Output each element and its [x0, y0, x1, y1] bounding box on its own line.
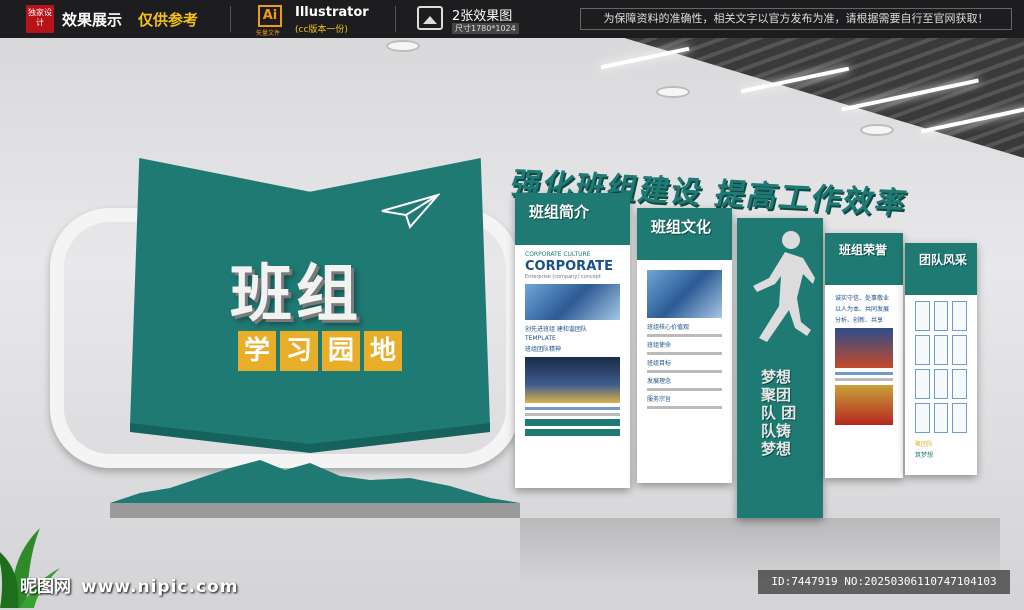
photo-slot — [915, 403, 930, 433]
panel-item: 班组目标 — [647, 360, 672, 367]
panel-title: 班组文化 — [651, 218, 712, 236]
panel-body: 班组核心价值观 班组使命 班组目标 发展理念 服务宗旨 — [647, 266, 722, 473]
panel-item: 创先进班组 建和谐团队 — [525, 326, 587, 333]
panel-body: 诚实守信、处事敬业 以人为本、共同发展 分析、创新、共享 — [835, 291, 893, 468]
text-line — [647, 388, 722, 391]
photo-slot — [933, 369, 949, 399]
photo-slot — [933, 403, 949, 433]
panel-title: 班组荣誉 — [839, 243, 888, 257]
text-bar — [525, 429, 620, 436]
site-url: www.nipic.com — [81, 577, 239, 597]
vector-file-label: 矢量文件 — [256, 30, 281, 37]
runner-icon — [753, 231, 815, 342]
panel-item: 分析、创新、共享 — [835, 317, 884, 324]
effect-display-label: 效果展示 — [62, 11, 123, 29]
text-line — [647, 406, 722, 409]
image-count-label: 2张效果图 — [452, 9, 513, 24]
runner-slogan: 梦想聚团队 团队铸梦想 — [761, 368, 797, 458]
photo-slot — [952, 403, 967, 433]
photo-grid — [915, 301, 967, 433]
panel-item: 班组核心价值观 — [647, 324, 690, 331]
top-banner: 独家设计 效果展示 仅供参考 Ai 矢量文件 Illustrator (cc版本… — [0, 0, 1024, 38]
photo-slot — [952, 301, 967, 331]
photo-slot — [933, 301, 949, 331]
photo-slot — [952, 335, 967, 365]
panel-item: 班组团队精神 — [525, 346, 562, 353]
mountain-base — [110, 460, 520, 518]
text-line — [647, 334, 722, 337]
photo-slot — [915, 301, 930, 331]
divider — [230, 6, 231, 32]
subtitle-char: 学 — [238, 331, 276, 371]
text-line — [835, 372, 893, 375]
panel-footer: 聚团队 — [915, 441, 934, 448]
text-bar — [525, 419, 620, 426]
trophy-photo — [835, 385, 893, 425]
city-photo — [525, 357, 620, 403]
panel-item: 诚实守信、处事敬业 — [835, 295, 890, 302]
subtitle-char: 园 — [322, 331, 360, 371]
image-id-label: ID:7447919 NO:20250306110747104103 — [758, 570, 1010, 594]
panel-item: 班组使命 — [647, 342, 672, 349]
panel-item: TEMPLATE — [525, 335, 556, 342]
divider — [395, 6, 396, 32]
subtitle-char: 地 — [364, 331, 402, 371]
panel-body: 聚团队 筑梦想 — [915, 301, 967, 465]
photo-slot — [952, 369, 967, 399]
panel-title: 班组简介 — [529, 203, 590, 221]
runner-panel: 梦想聚团队 团队铸梦想 — [737, 218, 823, 518]
ceiling-grille — [624, 38, 1024, 158]
panel-body: CORPORATE CULTURE CORPORATE Enterprise (… — [525, 251, 620, 478]
panel-honor: 班组荣誉 诚实守信、处事敬业 以人为本、共同发展 分析、创新、共享 — [825, 233, 903, 478]
notice-box: 为保障资料的准确性，相关文字以官方发布为准，请根据需要自行至官网获取！ — [580, 8, 1012, 30]
panel-title: 团队风采 — [919, 253, 968, 267]
panel-caption: Enterprise (company) concept — [525, 274, 601, 280]
text-line — [647, 370, 722, 373]
image-size-label: 尺寸1780*1024 — [452, 23, 519, 34]
photo-slot — [915, 335, 930, 365]
text-line — [525, 407, 620, 410]
panel-team-style: 团队风采 聚团队 筑梦想 — [905, 243, 977, 475]
software-name: Illustrator — [295, 5, 369, 20]
panel-culture: 班组文化 班组核心价值观 班组使命 班组目标 发展理念 服务宗旨 — [637, 208, 732, 483]
spotlight — [386, 40, 420, 52]
text-line — [647, 352, 722, 355]
site-watermark: 昵图网 www.nipic.com — [20, 572, 238, 597]
book-title: 班组 — [230, 257, 363, 330]
spotlight — [860, 124, 894, 136]
honor-photo — [835, 328, 893, 368]
subtitle-char: 习 — [280, 331, 318, 371]
software-version: (cc版本一份) — [295, 25, 348, 35]
building-photo — [525, 284, 620, 320]
building-photo — [647, 270, 722, 318]
wall-scene: 班组 学 习 园 地 强化班组建设 提高工作效率 班组简介 CORPORATE … — [0, 38, 1024, 610]
photo-slot — [933, 335, 949, 365]
book-subtitle: 学 习 园 地 — [238, 331, 402, 371]
open-book-sign: 班组 学 习 园 地 — [130, 143, 490, 453]
reference-only-label: 仅供参考 — [138, 11, 199, 29]
panel-item: 服务宗旨 — [647, 396, 672, 403]
panel-intro: 班组简介 CORPORATE CULTURE CORPORATE Enterpr… — [515, 193, 630, 488]
illustrator-icon: Ai — [258, 5, 282, 27]
site-name: 昵图网 — [20, 577, 71, 597]
panel-item: 发展理念 — [647, 378, 672, 385]
panel-heading: CORPORATE — [525, 259, 613, 274]
spotlight — [656, 86, 690, 98]
image-icon — [417, 6, 443, 30]
text-line — [525, 413, 620, 416]
panel-footer: 筑梦想 — [915, 452, 934, 459]
ceiling-light — [600, 46, 690, 70]
exclusive-design-badge: 独家设计 — [26, 5, 54, 33]
text-line — [835, 378, 893, 381]
paper-plane-icon — [381, 193, 440, 229]
panel-eyebrow: CORPORATE CULTURE — [525, 251, 591, 258]
photo-slot — [915, 369, 930, 399]
panel-item: 以人为本、共同发展 — [835, 306, 890, 313]
